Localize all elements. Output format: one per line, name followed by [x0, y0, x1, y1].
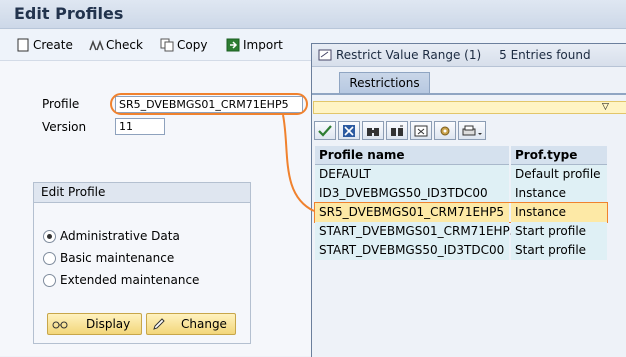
import-button[interactable]: Import [226, 36, 283, 54]
prof-type-cell: Start profile [511, 241, 607, 260]
print-button[interactable] [458, 121, 486, 140]
column-header-prof-type[interactable]: Prof.type [511, 146, 607, 165]
radio-label: Extended maintenance [60, 273, 200, 287]
pencil-icon [151, 316, 167, 332]
copy-icon [160, 38, 174, 52]
checkmark-icon [318, 124, 332, 137]
highlight-ring [110, 93, 308, 115]
create-button[interactable]: Create [16, 36, 73, 54]
import-icon [226, 38, 240, 52]
radio-label: Administrative Data [60, 229, 180, 243]
find-button[interactable] [362, 121, 384, 140]
column-header-profile-name[interactable]: Profile name [315, 146, 509, 165]
change-label: Change [181, 317, 227, 331]
import-label: Import [243, 38, 283, 52]
settings-button[interactable] [434, 121, 456, 140]
triangle-down-icon: ▽ [602, 102, 609, 112]
profile-label: Profile [42, 97, 80, 111]
copy-button[interactable]: Copy [160, 36, 207, 54]
check-icon [89, 38, 104, 52]
dialog-window-icon [318, 48, 332, 62]
printer-icon [462, 125, 482, 135]
prof-type-cell: Start profile [511, 222, 607, 241]
title-bar: Edit Profiles [0, 0, 626, 29]
version-label: Version [42, 120, 87, 134]
edit-profile-group: Edit Profile Administrative Data Basic m… [33, 182, 251, 344]
sort-button[interactable] [410, 121, 432, 140]
radio-basic-maintenance[interactable]: Basic maintenance [43, 251, 174, 265]
binoculars-icon [367, 127, 379, 136]
find-next-icon [391, 125, 403, 136]
table-row[interactable]: DEFAULT Default profile [315, 165, 607, 184]
gear-icon [440, 126, 450, 135]
table-header: Profile name Prof.type [315, 146, 607, 165]
table-row[interactable]: START_DVEBMGS01_CRM71EHP5 Start profile [315, 222, 607, 241]
edit-profile-title: Edit Profile [34, 183, 250, 203]
prof-type-cell: Default profile [511, 165, 607, 184]
radio-extended-maintenance[interactable]: Extended maintenance [43, 273, 199, 287]
prof-type-cell: Instance profile [511, 203, 607, 238]
glasses-icon [52, 316, 68, 332]
profile-name-cell: SR5_DVEBMGS01_CRM71EHP5 [315, 203, 509, 222]
profile-name-cell: START_DVEBMGS50_ID3TDC00 [315, 241, 509, 260]
dialog-title: Restrict Value Range (1) [336, 48, 482, 62]
radio-icon [43, 273, 56, 287]
page-title: Edit Profiles [14, 4, 124, 23]
tab-restrictions[interactable]: Restrictions [339, 72, 430, 94]
prof-type-cell: Instance profile [511, 184, 607, 219]
profile-name-cell: START_DVEBMGS01_CRM71EHP5 [315, 222, 517, 241]
display-button[interactable]: Display [47, 313, 142, 335]
cancel-button[interactable] [338, 121, 360, 140]
table-row-selected[interactable]: SR5_DVEBMGS01_CRM71EHP5 Instance profile [314, 202, 608, 238]
radio-label: Basic maintenance [60, 251, 175, 265]
value-range-dialog: Restrict Value Range (1) 5 Entries found… [311, 43, 626, 357]
radio-icon [43, 251, 56, 265]
check-label: Check [106, 38, 143, 52]
table-row[interactable]: ID3_DVEBMGS50_ID3TDC00 Instance profile [315, 184, 607, 219]
create-label: Create [33, 38, 73, 52]
create-icon [16, 38, 30, 52]
find-next-button[interactable] [386, 121, 408, 140]
profile-name-cell: DEFAULT [315, 165, 509, 184]
dialog-title-bar: Restrict Value Range (1) 5 Entries found [312, 44, 626, 67]
radio-administrative-data[interactable]: Administrative Data [43, 229, 180, 243]
table-row[interactable]: START_DVEBMGS50_ID3TDC00 Start profile [315, 241, 607, 260]
confirm-button[interactable] [314, 121, 336, 140]
sort-icon [414, 125, 428, 136]
dialog-toolbar [314, 121, 486, 141]
check-button[interactable]: Check [89, 36, 143, 54]
radio-selected-icon [43, 229, 56, 243]
version-field[interactable]: 11 [115, 118, 165, 135]
copy-label: Copy [177, 38, 208, 52]
tab-divider [312, 93, 626, 95]
restriction-bar[interactable]: ▽ [313, 101, 626, 114]
display-label: Display [86, 317, 131, 331]
profile-name-cell: ID3_DVEBMGS50_ID3TDC00 [315, 184, 509, 203]
cancel-icon [343, 124, 355, 137]
change-button[interactable]: Change [146, 313, 236, 335]
entries-found: 5 Entries found [499, 48, 591, 62]
